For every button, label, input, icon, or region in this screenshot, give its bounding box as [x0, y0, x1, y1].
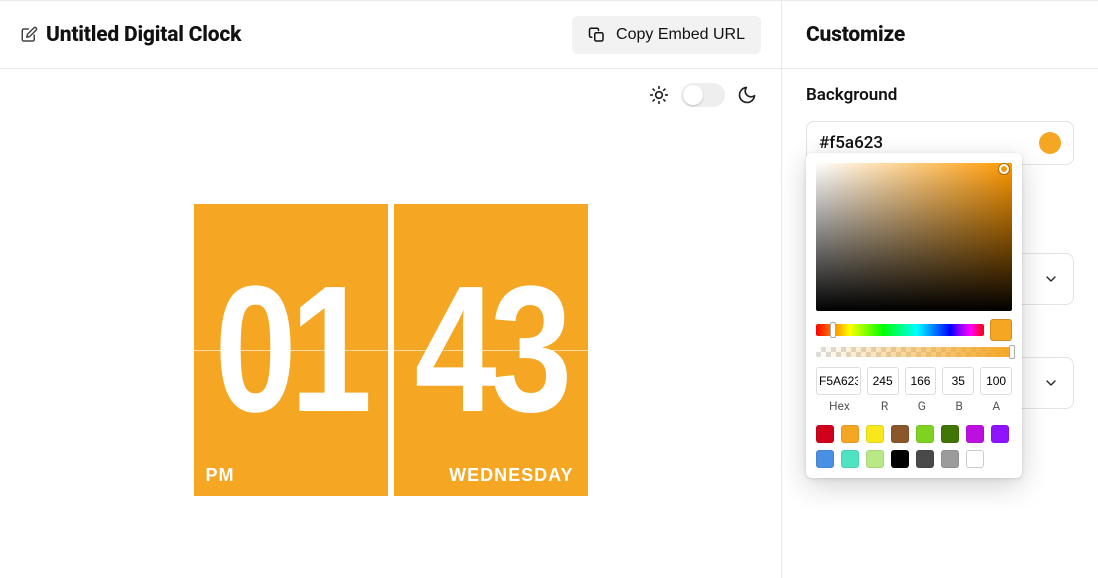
color-r-input[interactable] [867, 367, 899, 395]
color-preset[interactable] [866, 425, 884, 443]
color-preset[interactable] [841, 425, 859, 443]
digital-clock-preview: 01 PM 43 WEDNESDAY [194, 204, 588, 496]
color-g-input[interactable] [905, 367, 937, 395]
color-a-input[interactable] [980, 367, 1012, 395]
color-alpha-slider[interactable] [816, 347, 1012, 357]
color-saturation-value-area[interactable] [816, 163, 1012, 311]
color-preset[interactable] [891, 450, 909, 468]
copy-embed-url-button[interactable]: Copy Embed URL [572, 16, 761, 54]
clock-minutes-card: 43 WEDNESDAY [394, 204, 588, 496]
sun-icon [649, 85, 669, 105]
background-label: Background [806, 85, 1074, 105]
color-current-swatch [990, 319, 1012, 341]
color-preset[interactable] [916, 450, 934, 468]
color-preset[interactable] [916, 425, 934, 443]
color-preset[interactable] [941, 450, 959, 468]
color-presets [816, 425, 1012, 468]
moon-icon [737, 85, 757, 105]
copy-embed-url-label: Copy Embed URL [616, 26, 745, 44]
customize-title: Customize [806, 23, 905, 47]
copy-icon [588, 26, 606, 44]
color-b-input[interactable] [942, 367, 974, 395]
color-b-label: B [943, 399, 974, 413]
theme-toggle[interactable] [681, 83, 725, 107]
color-preset[interactable] [966, 425, 984, 443]
color-preset[interactable] [991, 425, 1009, 443]
color-g-label: G [906, 399, 937, 413]
background-color-swatch [1039, 132, 1061, 154]
board-title-wrap[interactable]: Untitled Digital Clock [20, 23, 241, 47]
color-preset[interactable] [841, 450, 859, 468]
chevron-down-icon [1043, 375, 1059, 391]
clock-ampm: PM [206, 465, 235, 486]
color-a-label: A [981, 399, 1012, 413]
clock-hours: 01 [215, 260, 366, 440]
color-preset[interactable] [866, 450, 884, 468]
edit-icon [20, 26, 38, 44]
board-title: Untitled Digital Clock [46, 23, 241, 47]
clock-day: WEDNESDAY [449, 465, 573, 486]
color-preset[interactable] [966, 450, 984, 468]
color-hex-input[interactable] [816, 367, 861, 395]
clock-hours-card: 01 PM [194, 204, 388, 496]
color-picker-popover: Hex R G B A [806, 153, 1022, 478]
clock-minutes: 43 [415, 260, 566, 440]
color-preset[interactable] [816, 450, 834, 468]
color-hex-label: Hex [816, 399, 863, 413]
color-preset[interactable] [891, 425, 909, 443]
color-hue-slider[interactable] [816, 324, 984, 336]
chevron-down-icon [1043, 271, 1059, 287]
color-preset[interactable] [816, 425, 834, 443]
background-color-value: #f5a623 [819, 133, 883, 153]
color-preset[interactable] [941, 425, 959, 443]
color-r-label: R [869, 399, 900, 413]
